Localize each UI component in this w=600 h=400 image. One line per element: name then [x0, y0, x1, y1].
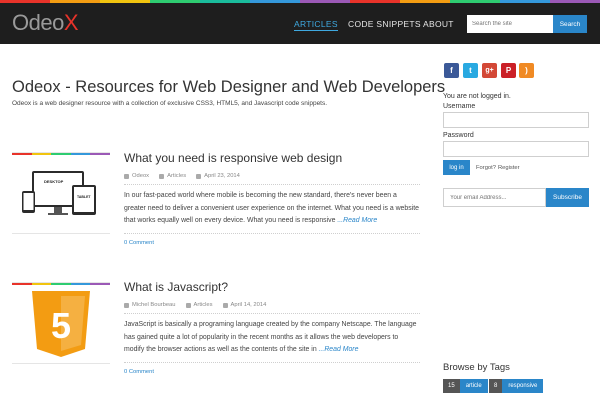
tag-count: 15 [443, 379, 460, 393]
thumb-color-stripe [12, 283, 110, 285]
post-title[interactable]: What is Javascript? [124, 280, 228, 294]
divider [124, 233, 420, 234]
search-button[interactable]: Search [553, 15, 587, 33]
register-link[interactable]: Register [498, 165, 520, 171]
user-icon [124, 302, 129, 308]
tag-name: article [459, 379, 488, 393]
stripe-segment [250, 0, 300, 3]
forgot-link[interactable]: Forgot? [476, 165, 496, 171]
nav-code-snippets[interactable]: CODE SNIPPETS [348, 19, 421, 29]
stripe-segment [200, 0, 250, 3]
user-icon [124, 173, 129, 179]
stripe-segment [350, 0, 400, 3]
subscribe-button[interactable]: Subscribe [546, 188, 589, 207]
stripe-segment [100, 0, 150, 3]
thumb-color-stripe [12, 153, 110, 155]
subscribe-email-input[interactable] [443, 188, 546, 207]
username-label: Username [443, 103, 476, 110]
category-meta[interactable]: Articles [185, 302, 213, 308]
read-more-link[interactable]: ...Read More [337, 217, 377, 224]
stripe-segment [500, 0, 550, 3]
stripe-segment [550, 0, 600, 3]
post-thumbnail-javascript[interactable]: 5 [12, 282, 110, 364]
page-title: Odeox - Resources for Web Designer and W… [12, 78, 446, 96]
pinterest-icon[interactable]: P [501, 63, 516, 78]
html5-shield-icon: 5 [32, 291, 90, 357]
password-label: Password [443, 132, 474, 139]
tag-count: 8 [489, 379, 503, 393]
stripe-segment [300, 0, 350, 3]
tag-name: responsive [502, 379, 544, 393]
category-meta[interactable]: Articles [159, 173, 186, 179]
comments-link[interactable]: 0 Comment [124, 240, 154, 246]
comments-link[interactable]: 0 Comment [124, 369, 154, 375]
author-meta[interactable]: Odeox [124, 173, 149, 179]
stripe-segment [0, 0, 50, 3]
date-meta: April 23, 2014 [196, 173, 240, 179]
divider [124, 362, 420, 363]
facebook-icon[interactable]: f [444, 63, 459, 78]
html5-number: 5 [51, 305, 71, 346]
read-more-link[interactable]: ...Read More [319, 346, 359, 353]
tags-heading: Browse by Tags [443, 362, 510, 373]
stripe-segment [150, 0, 200, 3]
login-status: You are not logged in. [443, 93, 511, 100]
color-stripe [0, 0, 600, 3]
calendar-icon [196, 173, 202, 179]
tablet-label: TABLET [77, 195, 91, 199]
post-excerpt: JavaScript is basically a programing lan… [124, 321, 417, 353]
search-input[interactable] [467, 15, 553, 33]
divider [124, 313, 420, 314]
tag-icon [159, 173, 165, 179]
devices-illustration-icon: DESKTOP TABLET [22, 171, 96, 215]
tag-article[interactable]: 15 article [443, 379, 488, 393]
site-logo[interactable]: OdeoX [12, 10, 79, 36]
post-thumbnail-responsive[interactable]: DESKTOP TABLET [12, 152, 110, 234]
post-meta: Michel Bourbeau Articles April 14, 2014 [124, 302, 266, 308]
post-meta: Odeox Articles April 23, 2014 [124, 173, 240, 179]
desktop-label: DESKTOP [44, 179, 64, 184]
site-description: Odeox is a web designer resource with a … [12, 100, 328, 107]
date-meta: April 14, 2014 [222, 302, 266, 308]
author-meta[interactable]: Michel Bourbeau [124, 302, 176, 308]
nav-articles[interactable]: ARTICLES [294, 19, 338, 31]
post-excerpt: In our fast-paced world where mobile is … [124, 192, 419, 224]
post-title[interactable]: What you need is responsive web design [124, 151, 342, 165]
google-plus-icon[interactable]: g+ [482, 63, 497, 78]
stripe-segment [50, 0, 100, 3]
username-field[interactable] [443, 112, 589, 128]
rss-icon[interactable]: ) [519, 63, 534, 78]
top-navbar: OdeoX ARTICLES CODE SNIPPETS ABOUT Searc… [0, 0, 600, 44]
tag-icon [185, 302, 191, 308]
password-field[interactable] [443, 141, 589, 157]
nav-about[interactable]: ABOUT [423, 19, 454, 29]
stripe-segment [450, 0, 500, 3]
stripe-segment [400, 0, 450, 3]
login-button[interactable]: log in [443, 160, 470, 175]
twitter-icon[interactable]: t [463, 63, 478, 78]
calendar-icon [222, 302, 228, 308]
divider [124, 184, 420, 185]
tag-responsive[interactable]: 8 responsive [489, 379, 544, 393]
